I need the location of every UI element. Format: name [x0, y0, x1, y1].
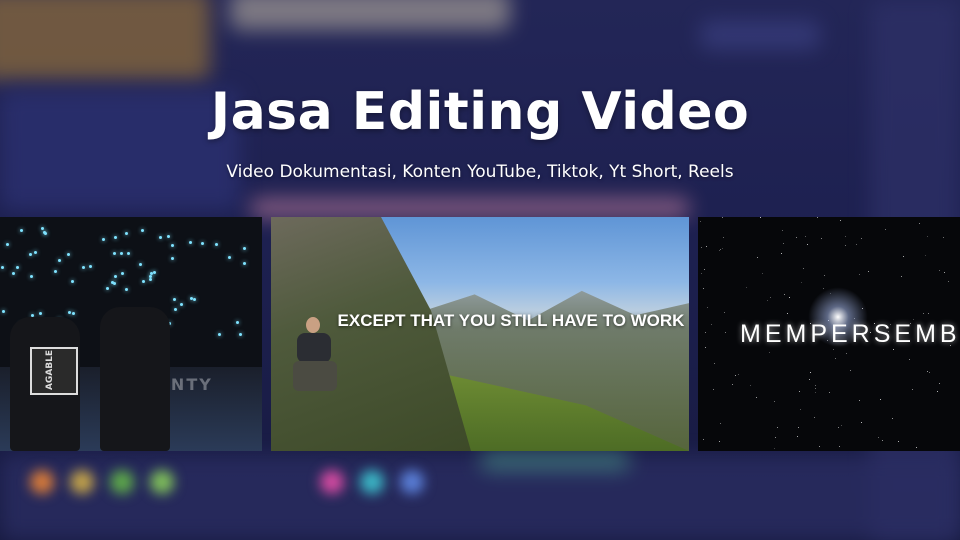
- page-subtitle: Video Dokumentasi, Konten YouTube, Tikto…: [226, 162, 734, 182]
- concert-video-thumbnail[interactable]: ENTY AGABLE: [0, 217, 262, 451]
- space-video-thumbnail[interactable]: MEMPERSEMB: [698, 217, 960, 451]
- page-title: Jasa Editing Video: [210, 82, 750, 142]
- video-caption: EXCEPT THAT YOU STILL HAVE TO WORK: [337, 311, 685, 330]
- space-title-text: MEMPERSEMB: [740, 320, 960, 348]
- performer-figure: [100, 307, 170, 451]
- mountain-video-thumbnail[interactable]: EXCEPT THAT YOU STILL HAVE TO WORK: [271, 217, 689, 451]
- performer-sign: AGABLE: [30, 347, 78, 395]
